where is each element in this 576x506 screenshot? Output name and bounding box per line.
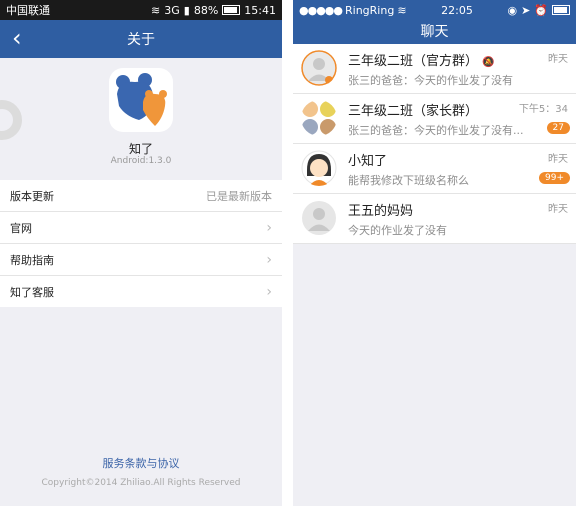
nav-bar: 聊天 — [293, 20, 576, 44]
menu-item-value: 已是最新版本 — [206, 189, 272, 203]
app-logo — [109, 68, 173, 132]
battery-percent: 88% — [193, 3, 219, 17]
signal-dots-icon: ●●●●● — [299, 3, 343, 17]
wifi-icon: ≋ — [397, 3, 407, 17]
terms-link[interactable]: 服务条款与协议 — [0, 455, 282, 471]
chat-item-parents-group[interactable]: 三年级二班（家长群） 张三的爸爸：今天的作业发了没有... 下午5：34 27 — [293, 94, 576, 144]
chat-time: 昨天 — [548, 54, 568, 65]
menu-item-support[interactable]: 知了客服 › — [0, 276, 282, 307]
battery-icon — [551, 5, 570, 15]
chat-preview: 张三的爸爸：今天的作业发了没有... — [348, 124, 523, 137]
carrier-label: RingRing — [345, 3, 395, 17]
wifi-icon: ≋ — [151, 3, 161, 17]
chat-time: 下午5：34 — [518, 104, 568, 115]
carrier-label: 中国联通 — [6, 4, 50, 17]
chat-item-official-group[interactable]: 三年级二班（官方群） 🔕 张三的爸爸：今天的作业发了没有 昨天 — [293, 44, 576, 94]
location-icon: ➤ — [521, 3, 531, 17]
signal-icon: ▮ — [183, 3, 190, 17]
page-title: 关于 — [127, 32, 155, 48]
about-screen: 中国联通 ≋ 3G ▮ 88% 15:41 ‹ 关于 知了 Android:1.… — [0, 0, 282, 506]
chat-name: 三年级二班（官方群） 🔕 — [348, 54, 495, 69]
mute-icon: 🔕 — [482, 57, 495, 68]
page-title: 聊天 — [420, 24, 449, 40]
clock: 22:05 — [441, 3, 473, 17]
group-avatar — [301, 50, 337, 86]
default-avatar — [302, 201, 336, 235]
about-menu: 版本更新 已是最新版本 官网 › 帮助指南 › 知了客服 › — [0, 180, 282, 307]
menu-item-update[interactable]: 版本更新 已是最新版本 — [0, 180, 282, 212]
unread-badge: 27 — [546, 122, 570, 134]
battery-icon — [222, 5, 241, 15]
clock: 15:41 — [244, 3, 276, 17]
menu-item-label: 知了客服 — [10, 285, 54, 299]
chat-preview: 能帮我修改下班级名称么 — [348, 174, 469, 187]
alarm-icon: ⏰ — [534, 3, 548, 17]
chat-name: 王五的妈妈 — [348, 204, 414, 219]
chat-screen: ●●●●● RingRing ≋ 22:05 ◉ ➤ ⏰ 聊天 三年级二班（官方… — [293, 0, 576, 506]
chevron-right-icon: › — [266, 283, 272, 300]
menu-item-label: 版本更新 — [10, 189, 54, 203]
group-avatar — [302, 101, 336, 135]
rotation-lock-icon: ◉ — [507, 3, 518, 17]
ios-status-bar: ●●●●● RingRing ≋ 22:05 ◉ ➤ ⏰ — [293, 0, 576, 20]
menu-item-website[interactable]: 官网 › — [0, 212, 282, 244]
menu-item-help[interactable]: 帮助指南 › — [0, 244, 282, 276]
chat-preview: 今天的作业发了没有 — [348, 224, 447, 237]
android-status-bar: 中国联通 ≋ 3G ▮ 88% 15:41 — [0, 0, 282, 20]
app-name: 知了 — [128, 142, 153, 156]
back-button[interactable]: ‹ — [12, 26, 22, 50]
copyright-text: Copyright©2014 Zhiliao.All Rights Reserv… — [41, 478, 241, 488]
app-info: 知了 Android:1.3.0 — [0, 58, 282, 180]
nav-bar: ‹ 关于 — [0, 20, 282, 58]
girl-avatar — [301, 150, 337, 186]
app-version: Android:1.3.0 — [110, 156, 172, 166]
chevron-right-icon: › — [266, 251, 272, 268]
network-label: 3G — [164, 3, 180, 17]
decorative-ring — [0, 100, 22, 140]
menu-item-label: 官网 — [10, 221, 32, 235]
chat-item-wangwu-mom[interactable]: 王五的妈妈 今天的作业发了没有 昨天 — [293, 194, 576, 244]
unread-badge: 99+ — [539, 172, 570, 184]
menu-item-label: 帮助指南 — [10, 253, 54, 267]
chat-item-xiaozhiliao[interactable]: 小知了 能帮我修改下班级名称么 昨天 99+ — [293, 144, 576, 194]
chat-time: 昨天 — [548, 204, 568, 215]
chat-time: 昨天 — [548, 154, 568, 165]
chat-list: 三年级二班（官方群） 🔕 张三的爸爸：今天的作业发了没有 昨天 三年级二班（家长群… — [293, 44, 576, 244]
chat-name: 三年级二班（家长群） — [348, 104, 479, 119]
chat-preview: 张三的爸爸：今天的作业发了没有 — [348, 74, 513, 87]
chevron-right-icon: › — [266, 219, 272, 236]
chat-name: 小知了 — [348, 154, 388, 169]
